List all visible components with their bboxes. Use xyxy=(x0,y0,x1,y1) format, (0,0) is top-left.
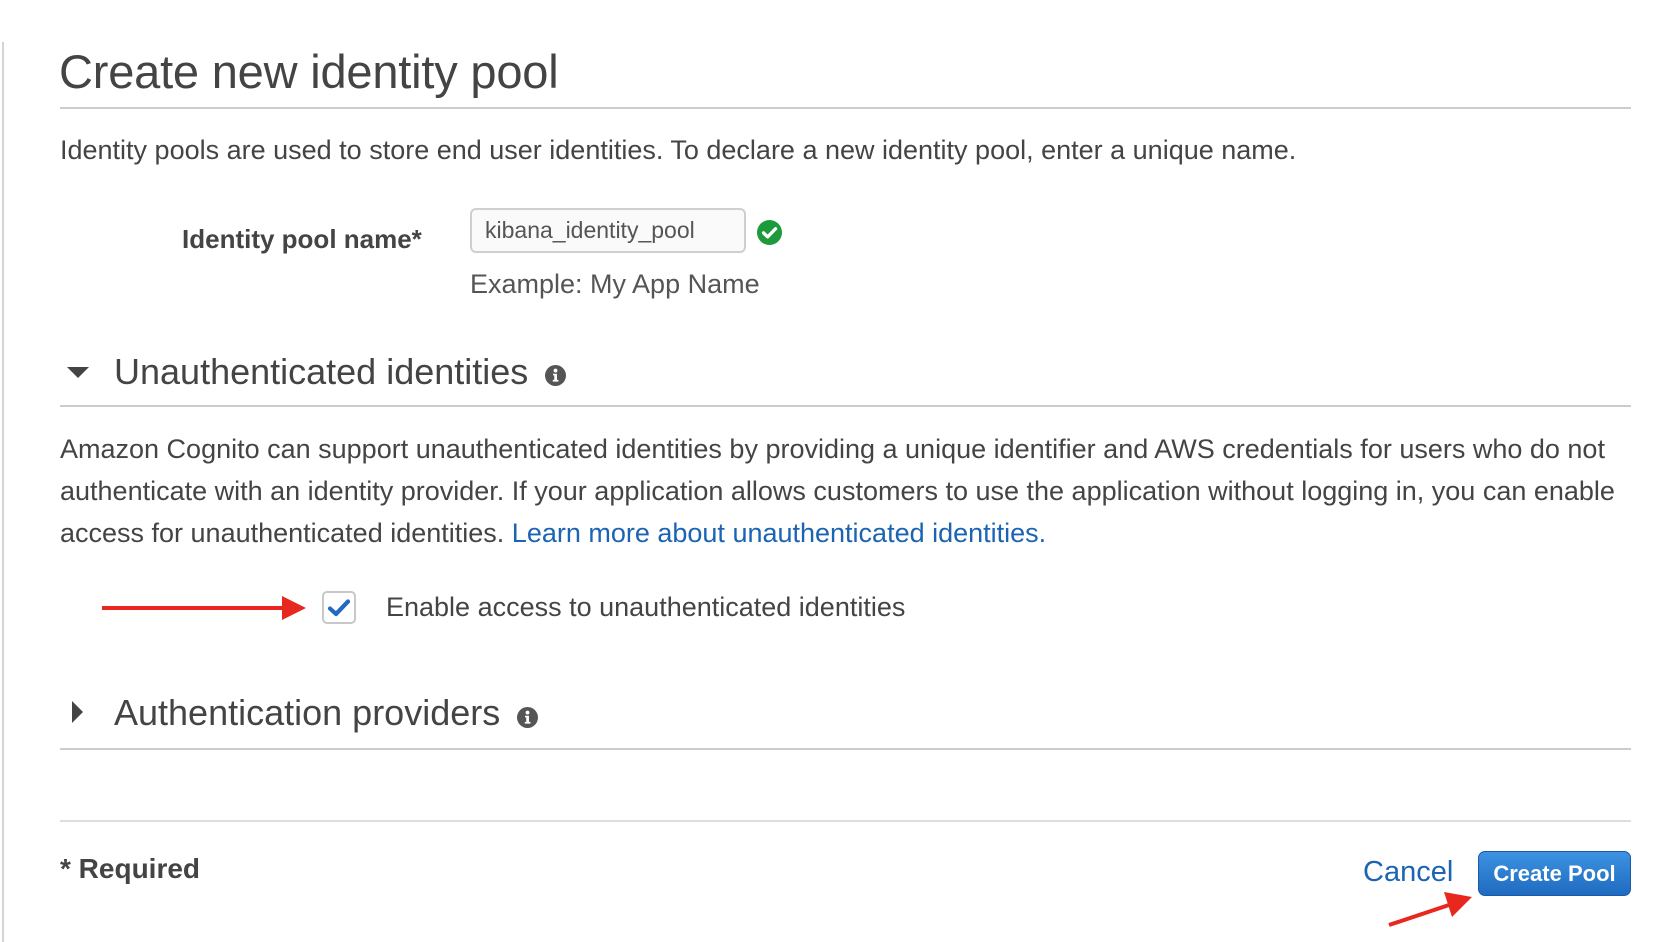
unauth-section-divider xyxy=(60,405,1631,407)
required-note: * Required xyxy=(60,853,201,884)
unauth-section-header[interactable]: Unauthenticated identities xyxy=(114,351,528,393)
identity-pool-name-input[interactable] xyxy=(470,208,746,253)
left-border xyxy=(2,42,4,942)
check-circle-icon xyxy=(757,220,782,245)
identity-pool-name-label: Identity pool name* xyxy=(182,224,422,254)
auth-providers-header[interactable]: Authentication providers xyxy=(114,692,500,734)
cancel-button[interactable]: Cancel xyxy=(1363,856,1453,889)
arrow-to-create-button xyxy=(1388,892,1472,927)
create-pool-button[interactable]: Create Pool xyxy=(1478,851,1631,896)
info-icon[interactable] xyxy=(517,707,538,728)
auth-providers-divider xyxy=(60,748,1631,750)
enable-unauth-checkbox[interactable] xyxy=(322,591,356,624)
auth-providers-title: Authentication providers xyxy=(114,692,501,733)
page-title: Create new identity pool xyxy=(59,45,559,98)
unauth-section-title: Unauthenticated identities xyxy=(114,351,529,392)
info-icon[interactable] xyxy=(545,365,566,386)
caret-right-icon[interactable] xyxy=(72,701,83,723)
footer-divider xyxy=(60,820,1631,822)
arrow-to-checkbox xyxy=(102,596,306,620)
checkmark-icon xyxy=(327,599,351,617)
unauth-description: Amazon Cognito can support unauthenticat… xyxy=(60,428,1640,554)
pool-name-hint: Example: My App Name xyxy=(470,269,760,299)
title-divider xyxy=(60,107,1631,109)
learn-more-link[interactable]: Learn more about unauthenticated identit… xyxy=(512,518,1046,548)
intro-text: Identity pools are used to store end use… xyxy=(60,135,1297,165)
enable-unauth-label[interactable]: Enable access to unauthenticated identit… xyxy=(386,592,905,623)
caret-down-icon[interactable] xyxy=(67,367,89,378)
